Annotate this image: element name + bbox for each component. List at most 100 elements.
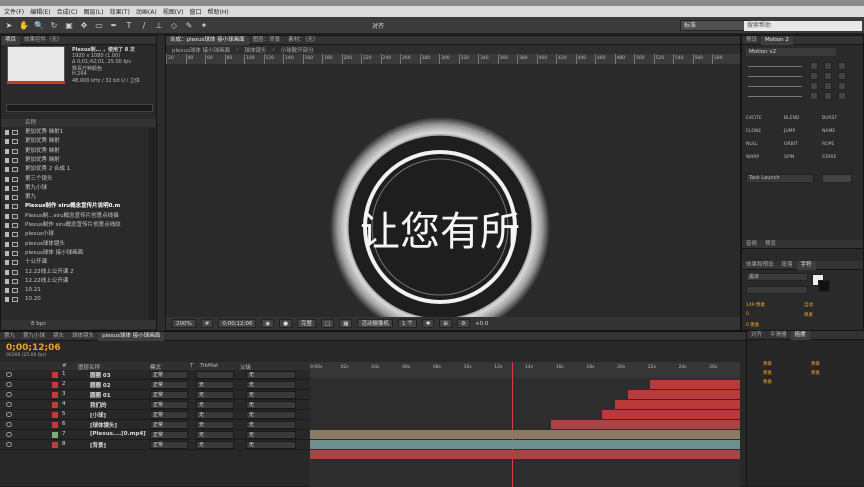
breadcrumb-item[interactable]: plexus球体 接小球画面 [172,46,230,54]
layer-duration-bar[interactable] [602,410,740,419]
align-value[interactable]: 像素 [763,361,772,367]
motion-button[interactable] [838,72,846,80]
motion-fx-button[interactable]: BLEND [784,116,799,121]
motion-version-label[interactable]: Motion v2 [746,48,836,56]
motion-fx-button[interactable]: WARP [746,155,759,160]
motion-slider-track[interactable] [748,96,802,97]
task-launch-button[interactable] [822,174,852,183]
trkmat-select[interactable]: 无 [196,441,234,449]
motion-slider-track[interactable] [748,86,802,87]
tab-timeline-comp[interactable]: 第九 [0,332,19,341]
label-color-chip[interactable] [5,223,9,228]
motion-fx-button[interactable]: EXCITE [746,116,762,121]
visibility-eye-icon[interactable] [6,412,12,417]
label-color-chip[interactable] [5,260,9,266]
tab-wiggler[interactable]: 摇摆 [790,330,810,340]
tab-paragraph[interactable]: 段落 [778,261,797,270]
snapshot-icon[interactable]: ◉ [261,319,275,328]
motion-button[interactable] [810,92,818,100]
timeline-ruler[interactable]: 0:00s 02s 04s 06s 08s 10s 12s 14s 16s 18s 20s 22s 24… [310,362,740,378]
blend-mode-select[interactable]: 正常 [150,371,188,379]
layer-row[interactable]: 3 圆圈 01 正常无无 [0,390,310,400]
blend-mode-select[interactable]: 正常 [150,391,188,399]
kerning-value[interactable]: 0 [746,312,749,317]
roto-brush-tool-icon[interactable]: ✎ [183,19,195,31]
layer-name[interactable]: [Plexus....[0.mp4] [90,431,146,437]
label-color-chip[interactable] [5,157,9,163]
menu-item-edit[interactable]: 编辑(E) [30,7,50,16]
stroke-width-value[interactable]: 0 像素 [746,322,759,328]
motion-fx-button[interactable]: ORBIT [784,142,798,147]
project-item[interactable]: 第三个镜头 [1,175,148,184]
layer-row[interactable]: 7 [Plexus....[0.mp4] 正常无无 [0,430,310,440]
label-color-chip[interactable] [5,185,9,191]
layer-label-color[interactable] [52,422,58,428]
timeline-icon[interactable]: ⊞ [439,319,452,328]
motion-fx-button[interactable]: STARE [822,155,836,160]
align-value[interactable]: 像素 [811,361,820,367]
label-color-chip[interactable] [5,176,9,182]
zoom-select[interactable]: 200% [172,319,196,328]
task-launch-select[interactable]: Task Launch [746,174,814,183]
project-item[interactable]: 更加优秀 2 合成 1 [1,165,148,174]
layer-name[interactable]: [球体镜头] [90,421,117,429]
parent-select[interactable]: 无 [246,401,296,409]
fast-preview-icon[interactable]: ✱ [421,319,435,328]
label-color-chip[interactable] [5,232,9,238]
tab-project[interactable]: 项目 [1,35,21,45]
visibility-eye-icon[interactable] [6,392,12,397]
motion-button[interactable] [824,92,832,100]
motion-button[interactable] [810,72,818,80]
menu-item-composition[interactable]: 合成(C) [57,7,78,16]
project-item[interactable]: 十公开课 [1,258,148,267]
trkmat-select[interactable]: 无 [196,401,234,409]
project-item[interactable]: 10.21 [1,286,148,295]
tab-timeline-comp[interactable]: 镜头 [49,332,68,341]
label-color-chip[interactable] [5,130,9,135]
breadcrumb-item[interactable]: 球体镜头 [244,46,266,54]
motion-button[interactable] [838,82,846,90]
brush-tool-icon[interactable]: ∕ [138,19,150,31]
rotate-tool-icon[interactable]: ↻ [48,19,60,31]
motion-fx-button[interactable]: SPIN [784,155,794,160]
layer-name[interactable]: [背景] [90,441,106,449]
font-style-select[interactable] [746,286,808,294]
tab-motion2[interactable]: Motion 2 [761,35,793,45]
font-family-select[interactable]: 黑体 [746,273,808,281]
project-item[interactable]: plexus球体镜头 [1,240,148,249]
tab-audio[interactable]: 音频 [742,240,761,249]
visibility-eye-icon[interactable] [6,372,12,377]
quality-select[interactable]: 完整 [297,319,317,328]
tab-presets[interactable]: 预设 [742,36,761,45]
zoom-tool-icon[interactable]: 🔍 [33,19,45,31]
layer-duration-bar[interactable] [628,390,740,399]
visibility-eye-icon[interactable] [6,432,12,437]
transparency-icon[interactable]: ▦ [339,319,353,328]
exposure-value[interactable]: +0.0 [475,321,488,327]
tracking-value[interactable]: 像素 [804,312,813,318]
project-item[interactable]: Plexus制作 siru概念宣传片创意点线纹 [1,221,148,230]
trkmat-select[interactable]: 无 [196,381,234,389]
trkmat-select[interactable] [196,371,234,379]
label-color-chip[interactable] [5,288,9,294]
blend-mode-select[interactable]: 正常 [150,411,188,419]
label-color-chip[interactable] [5,250,9,256]
camera-tool-icon[interactable]: ▣ [63,19,75,31]
project-item[interactable]: plexus小球 [1,230,148,239]
layer-name[interactable]: [小球] [90,411,106,419]
align-value[interactable]: 像素 [763,370,772,376]
tab-smoother[interactable]: 平滑器 [766,331,791,340]
project-item[interactable]: 更加优秀 映射 [1,147,148,156]
menu-item-help[interactable]: 帮助(H) [208,7,229,16]
menu-item-animation[interactable]: 动画(A) [136,7,157,16]
layer-duration-bar[interactable] [310,450,740,459]
motion-fx-button[interactable]: NULL [746,142,758,147]
parent-select[interactable]: 无 [246,421,296,429]
motion-button[interactable] [838,62,846,70]
label-color-chip[interactable] [5,241,9,247]
camera-select[interactable]: 活动摄像机 [357,319,393,328]
visibility-eye-icon[interactable] [6,382,12,387]
motion-fx-button[interactable]: CLONE [746,129,761,134]
bit-depth-label[interactable]: 8 bpc [31,321,46,327]
trkmat-select[interactable]: 无 [196,431,234,439]
